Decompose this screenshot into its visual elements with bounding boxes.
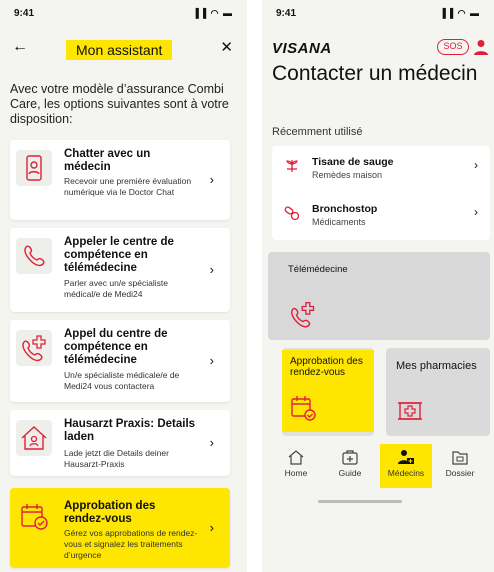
chevron-right-icon: ›	[209, 262, 214, 277]
status-time: 9:41	[276, 8, 297, 19]
pharmacies-label: Mes pharmacies	[396, 360, 477, 372]
profile-icon[interactable]	[474, 39, 488, 55]
chevron-right-icon: ›	[474, 205, 478, 219]
tab-guide[interactable]: Guide	[324, 444, 376, 488]
first-aid-kit-icon	[342, 450, 358, 465]
chevron-right-icon: ›	[209, 172, 214, 187]
sos-button[interactable]: SOS	[437, 39, 469, 55]
approbation-tile[interactable]: Approbation des rendez-vous	[282, 348, 374, 436]
intro-text: Avec votre modèle d’assurance Combi Care…	[10, 82, 229, 126]
status-icons: ▐▐ ◠ ▬	[439, 8, 480, 18]
card-title: Hausarzt Praxis: Details laden	[64, 418, 196, 443]
status-time: 9:41	[14, 8, 35, 19]
chevron-right-icon: ›	[209, 353, 214, 368]
card-description: Lade jetzt die Details deiner Hausarzt-P…	[64, 448, 169, 469]
visana-logo: VISANA	[272, 40, 332, 57]
calendar-check-icon	[291, 396, 316, 421]
card-title: Approbation des rendez-vous	[64, 500, 156, 525]
card-title: Appel du centre de compétence en téléméd…	[64, 328, 168, 366]
recent-item-name: Bronchostop	[312, 203, 378, 215]
phone-handset-icon	[16, 238, 52, 274]
pills-icon	[284, 205, 300, 221]
card-title: Chatter avec un médecin	[64, 148, 151, 173]
tab-home[interactable]: Home	[270, 444, 322, 488]
tab-label: Dossier	[445, 468, 475, 478]
chevron-right-icon: ›	[474, 158, 478, 172]
card-description: Gérez vos approbations de rendez-vous et…	[64, 528, 198, 560]
assistant-header: ← Mon assistant ✕	[0, 38, 247, 60]
card-hausarzt-praxis[interactable]: Hausarzt Praxis: Details laden Lade jetz…	[10, 410, 230, 476]
pharmacies-tile[interactable]: Mes pharmacies	[386, 348, 490, 436]
recent-item-tisane[interactable]: Tisane de sauge Remèdes maison ›	[272, 146, 490, 193]
house-doctor-icon	[16, 420, 52, 456]
phone-medical-cross-icon	[16, 330, 52, 366]
contact-doctor-screen: 9:41 ▐▐ ◠ ▬ VISANA SOS Contacter un méde…	[262, 0, 494, 572]
card-description: Un/e spécialiste médicale/e de Medi24 vo…	[64, 370, 180, 391]
recent-list: Tisane de sauge Remèdes maison › Broncho…	[272, 146, 490, 240]
tab-medecins[interactable]: Médecins	[380, 444, 432, 488]
home-indicator	[318, 500, 402, 503]
chevron-right-icon: ›	[209, 520, 214, 535]
card-chat-doctor[interactable]: Chatter avec un médecin Recevoir une pre…	[10, 140, 230, 220]
tab-label: Guide	[338, 468, 362, 478]
close-icon[interactable]: ✕	[220, 38, 233, 56]
home-icon	[288, 450, 304, 465]
card-callback-telemedicine[interactable]: Appel du centre de compétence en téléméd…	[10, 320, 230, 402]
card-call-telemedicine[interactable]: Appeler le centre de compétence en télém…	[10, 228, 230, 312]
doctor-icon	[398, 450, 414, 464]
assistant-screen: 9:41 ▐▐ ◠ ▬ ← Mon assistant ✕ Avec votre…	[0, 0, 247, 572]
card-description: Recevoir une première évaluation numériq…	[64, 176, 192, 197]
page-title: Contacter un médecin	[272, 62, 478, 85]
tab-dossier[interactable]: Dossier	[434, 444, 486, 488]
page-title: Mon assistant	[66, 40, 173, 60]
telemedicine-tile[interactable]: Télémédecine	[268, 252, 490, 340]
herb-icon	[284, 158, 300, 174]
recent-item-name: Tisane de sauge	[312, 156, 394, 168]
tab-bar: Home Guide Médecins Dossier	[262, 440, 494, 492]
recent-item-bronchostop[interactable]: Bronchostop Médicaments ›	[272, 193, 490, 240]
phone-medical-cross-icon	[291, 302, 315, 328]
approbation-label: Approbation des rendez-vous	[290, 356, 363, 378]
tab-label: Médecins	[387, 468, 425, 478]
status-icons: ▐▐ ◠ ▬	[192, 8, 233, 18]
calendar-check-icon	[16, 498, 52, 534]
card-description: Parler avec un/e spécialiste médical/e d…	[64, 278, 168, 299]
card-title: Appeler le centre de compétence en télém…	[64, 236, 174, 274]
recent-item-category: Remèdes maison	[312, 170, 383, 180]
tab-label: Home	[284, 468, 308, 478]
folder-icon	[452, 451, 468, 465]
recent-label: Récemment utilisé	[272, 126, 363, 138]
chevron-right-icon: ›	[209, 435, 214, 450]
back-arrow-icon[interactable]: ←	[12, 38, 28, 56]
status-bar: 9:41 ▐▐ ◠ ▬	[14, 8, 233, 22]
pharmacy-icon	[398, 402, 422, 420]
status-bar: 9:41 ▐▐ ◠ ▬	[276, 8, 480, 22]
card-approbation-rendez-vous[interactable]: Approbation des rendez-vous Gérez vos ap…	[10, 488, 230, 568]
telemedicine-label: Télémédecine	[288, 264, 348, 275]
phone-doctor-icon	[16, 150, 52, 186]
recent-item-category: Médicaments	[312, 217, 366, 227]
